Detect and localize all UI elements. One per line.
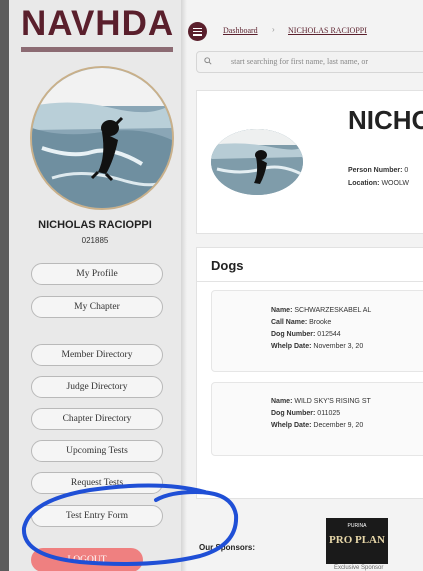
dog-whelp-date-label: Whelp Date:: [271, 422, 312, 429]
person-number-value: 0: [404, 167, 409, 174]
dog-name-row: Name: WILD SKY'S RISING ST: [271, 398, 371, 405]
sponsors-label: Our Sponsors:: [199, 543, 256, 552]
logout-button[interactable]: LOGOUT: [31, 548, 143, 571]
dog-number-label: Dog Number:: [271, 410, 316, 417]
app-window: NAVHDA NICHOLAS RACIOPPI 021885 My Profi…: [9, 0, 423, 571]
search-input[interactable]: start searching for first name, last nam…: [231, 57, 368, 66]
breadcrumb-separator: ›: [272, 25, 275, 34]
dog-call-name-label: Call Name:: [271, 319, 308, 326]
dog-whelp-date-label: Whelp Date:: [271, 343, 312, 350]
dog-call-name: Brooke: [309, 319, 332, 326]
menu-icon[interactable]: [188, 22, 207, 41]
location-label: Location:: [348, 180, 380, 187]
dog-whelp-date: November 3, 20: [313, 343, 364, 350]
dog-photo: [32, 68, 172, 208]
dog-card[interactable]: Name: SCHWARZESKABEL AL Call Name: Brook…: [211, 290, 423, 372]
location-row: Location: WOOLW: [348, 180, 409, 187]
dogs-divider: [197, 281, 423, 282]
sidebar: NAVHDA NICHOLAS RACIOPPI 021885 My Profi…: [9, 0, 181, 571]
sponsor-logo-main: PRO PLAN: [329, 534, 385, 546]
dog-name-label: Name:: [271, 398, 293, 405]
logo-tagline-bar: [21, 47, 173, 52]
request-tests-button[interactable]: Request Tests: [31, 472, 163, 494]
dog-whelp-date: December 9, 20: [313, 422, 364, 429]
dog-number-row: Dog Number: 011025: [271, 410, 340, 417]
chapter-directory-button[interactable]: Chapter Directory: [31, 408, 163, 430]
my-chapter-button[interactable]: My Chapter: [31, 296, 163, 318]
dog-call-name-row: Call Name: Brooke: [271, 319, 331, 326]
dogs-section: Dogs Name: SCHWARZESKABEL AL Call Name: …: [196, 247, 423, 499]
dog-number: 012544: [317, 331, 341, 338]
dog-card[interactable]: Name: WILD SKY'S RISING ST Dog Number: 0…: [211, 382, 423, 456]
upcoming-tests-button[interactable]: Upcoming Tests: [31, 440, 163, 462]
member-directory-button[interactable]: Member Directory: [31, 344, 163, 366]
profile-number: 021885: [81, 236, 109, 245]
dog-whelp-date-row: Whelp Date: December 9, 20: [271, 422, 363, 429]
search-icon: [204, 57, 212, 65]
dog-number: 011025: [317, 410, 341, 417]
judge-directory-button[interactable]: Judge Directory: [31, 376, 163, 398]
search-bar[interactable]: start searching for first name, last nam…: [196, 51, 423, 73]
location-value: WOOLW: [381, 180, 409, 187]
sponsor-caption: Exclusive Sponsor: [334, 565, 384, 571]
person-number-row: Person Number: 0: [348, 167, 408, 174]
breadcrumb-dashboard[interactable]: Dashboard: [223, 26, 258, 35]
dog-name: SCHWARZESKABEL AL: [294, 307, 372, 314]
dogs-title: Dogs: [211, 258, 244, 273]
person-name-heading: NICHO: [348, 105, 423, 135]
dog-name-label: Name:: [271, 307, 293, 314]
dog-photo-small: [211, 129, 303, 195]
profile-name: NICHOLAS RACIOPPI: [38, 219, 152, 231]
person-header-card: NICHO Person Number: 0 Location: WOOLW: [196, 90, 423, 234]
sidebar-shadow: [181, 0, 187, 571]
person-photo: [211, 129, 303, 195]
sponsor-logo-top: PURINA: [347, 523, 367, 529]
dog-name: WILD SKY'S RISING ST: [294, 398, 371, 405]
logo-text: NAVHDA: [21, 4, 175, 43]
person-number-label: Person Number:: [348, 167, 403, 174]
profile-avatar: [30, 66, 174, 210]
dog-number-label: Dog Number:: [271, 331, 316, 338]
test-entry-form-button[interactable]: Test Entry Form: [31, 505, 163, 527]
dog-name-row: Name: SCHWARZESKABEL AL: [271, 307, 371, 314]
purina-pro-plan-logo[interactable]: PURINA PRO PLAN: [326, 518, 388, 564]
navhda-logo[interactable]: NAVHDA: [21, 4, 177, 52]
my-profile-button[interactable]: My Profile: [31, 263, 163, 285]
breadcrumb-current[interactable]: NICHOLAS RACIOPPI: [288, 26, 367, 35]
dog-number-row: Dog Number: 012544: [271, 331, 341, 338]
dog-whelp-date-row: Whelp Date: November 3, 20: [271, 343, 363, 350]
